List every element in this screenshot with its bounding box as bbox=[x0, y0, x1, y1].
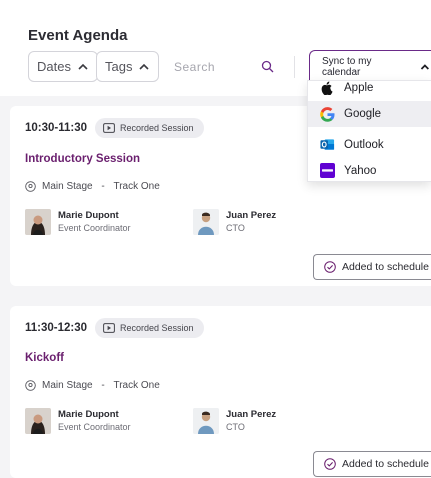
speaker-role: Event Coordinator bbox=[58, 422, 131, 432]
calendar-dropdown-menu: Apple Google Outlook Yahoo bbox=[307, 80, 431, 182]
menu-item-apple[interactable]: Apple bbox=[308, 78, 431, 98]
page-title: Event Agenda bbox=[28, 27, 128, 44]
chevron-up-icon bbox=[139, 63, 150, 70]
menu-item-yahoo[interactable]: Yahoo bbox=[308, 158, 431, 183]
avatar bbox=[25, 209, 51, 235]
recorded-session-badge: Recorded Session bbox=[95, 318, 204, 338]
check-circle-icon bbox=[324, 458, 336, 470]
recorded-session-badge: Recorded Session bbox=[95, 118, 204, 138]
location-pin-icon bbox=[25, 380, 36, 391]
session-title[interactable]: Kickoff bbox=[25, 352, 64, 364]
speaker[interactable]: Juan Perez CTO bbox=[193, 209, 276, 235]
tags-filter-button[interactable]: Tags bbox=[96, 51, 160, 82]
speaker-name: Marie Dupont bbox=[58, 210, 119, 221]
play-icon bbox=[103, 123, 115, 133]
session-time: 11:30-12:30 bbox=[25, 322, 88, 334]
menu-item-google[interactable]: Google bbox=[308, 101, 431, 127]
badge-label: Recorded Session bbox=[120, 323, 194, 333]
play-icon bbox=[103, 323, 115, 333]
speaker-role: CTO bbox=[226, 223, 245, 233]
session-time: 10:30-11:30 bbox=[25, 122, 88, 134]
avatar bbox=[25, 408, 51, 434]
yahoo-icon bbox=[320, 163, 335, 178]
location-separator: - bbox=[98, 181, 108, 192]
session-card: 11:30-12:30 Recorded Session Kickoff Mai… bbox=[10, 306, 431, 478]
added-to-schedule-label: Added to schedule bbox=[342, 458, 429, 470]
session-title[interactable]: Introductory Session bbox=[25, 153, 140, 165]
apple-icon bbox=[320, 81, 335, 96]
chevron-up-icon bbox=[78, 63, 88, 70]
search-input[interactable] bbox=[162, 59, 252, 74]
avatar bbox=[193, 209, 219, 235]
menu-item-label: Yahoo bbox=[344, 164, 377, 177]
menu-item-label: Apple bbox=[344, 82, 374, 94]
tags-filter-label: Tags bbox=[105, 59, 133, 74]
speaker-name: Marie Dupont bbox=[58, 409, 119, 420]
speaker-role: CTO bbox=[226, 422, 245, 432]
menu-item-label: Google bbox=[344, 108, 382, 120]
check-circle-icon bbox=[324, 261, 336, 273]
header-divider bbox=[294, 56, 295, 78]
session-location: Main Stage - Track One bbox=[25, 380, 160, 391]
location-pin-icon bbox=[25, 181, 36, 192]
badge-label: Recorded Session bbox=[120, 123, 194, 133]
dates-filter-button[interactable]: Dates bbox=[28, 51, 98, 82]
chevron-up-icon bbox=[421, 63, 430, 70]
added-to-schedule-label: Added to schedule bbox=[342, 261, 429, 273]
menu-item-outlook[interactable]: Outlook bbox=[308, 132, 431, 157]
avatar bbox=[193, 408, 219, 434]
track-label: Track One bbox=[113, 380, 160, 391]
speaker[interactable]: Juan Perez CTO bbox=[193, 408, 276, 434]
location-label: Main Stage bbox=[42, 181, 93, 192]
sync-calendar-label: Sync to my calendar bbox=[322, 55, 372, 78]
speaker-role: Event Coordinator bbox=[58, 223, 131, 233]
speaker[interactable]: Marie Dupont Event Coordinator bbox=[25, 408, 131, 434]
track-label: Track One bbox=[113, 181, 160, 192]
speaker[interactable]: Marie Dupont Event Coordinator bbox=[25, 209, 131, 235]
menu-item-label: Outlook bbox=[344, 138, 384, 151]
session-location: Main Stage - Track One bbox=[25, 181, 160, 192]
added-to-schedule-button[interactable]: Added to schedule bbox=[313, 254, 431, 280]
outlook-icon bbox=[320, 137, 335, 152]
search-box bbox=[162, 51, 280, 82]
location-label: Main Stage bbox=[42, 380, 93, 391]
speaker-name: Juan Perez bbox=[226, 409, 277, 420]
speaker-name: Juan Perez bbox=[226, 210, 277, 221]
google-icon bbox=[320, 106, 335, 122]
location-separator: - bbox=[98, 380, 108, 391]
search-icon[interactable] bbox=[261, 60, 274, 73]
added-to-schedule-button[interactable]: Added to schedule bbox=[313, 451, 431, 477]
dates-filter-label: Dates bbox=[37, 59, 71, 74]
